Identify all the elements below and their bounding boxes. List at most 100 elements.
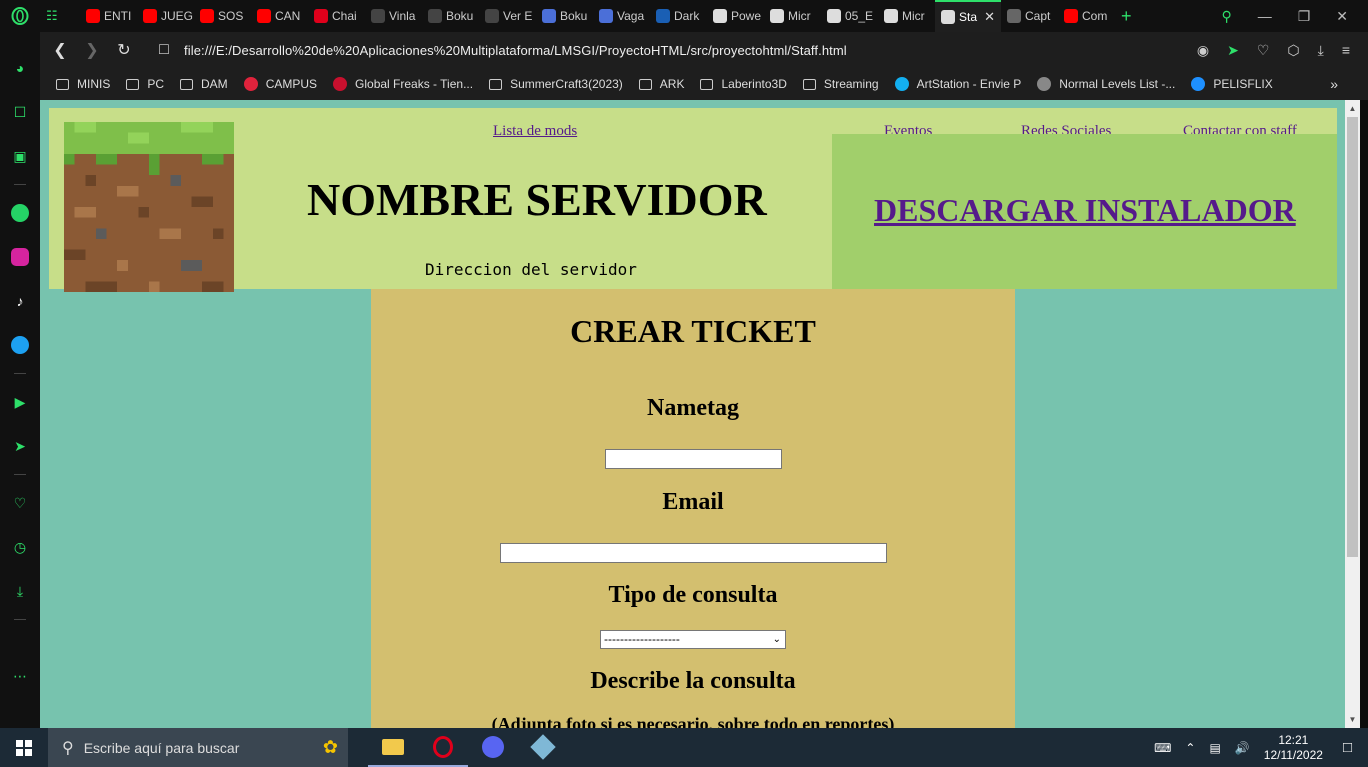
tab[interactable]: Boku bbox=[536, 0, 593, 32]
new-tab-button[interactable]: + bbox=[1115, 0, 1145, 32]
heart-icon[interactable]: ♡ bbox=[1257, 42, 1270, 59]
scroll-down-icon[interactable]: ▼ bbox=[1345, 712, 1360, 727]
bookmark-label: ArtStation - Envie P bbox=[916, 77, 1022, 91]
tab-favicon-icon bbox=[200, 9, 214, 23]
windows-taskbar: ⚲ Escribe aquí para buscar ✿ ⌨ ⌃ ▤ 🔊 12:… bbox=[0, 728, 1368, 767]
network-icon[interactable]: ▤ bbox=[1209, 741, 1220, 755]
easy-setup-icon[interactable]: ≡ bbox=[1342, 42, 1350, 59]
folder-icon bbox=[56, 78, 69, 90]
bookmark-item[interactable]: CAMPUS bbox=[243, 77, 317, 91]
scroll-up-icon[interactable]: ▲ bbox=[1345, 101, 1360, 116]
pinboard-icon[interactable]: ♡ bbox=[10, 493, 30, 513]
bookmark-item[interactable]: MINIS bbox=[56, 77, 110, 91]
bookmark-item[interactable]: SummerCraft3(2023) bbox=[489, 77, 623, 91]
app-cube-icon[interactable] bbox=[518, 728, 568, 767]
tab[interactable]: Ver E bbox=[479, 0, 536, 32]
tab-label: Boku bbox=[446, 9, 474, 23]
more-bookmarks-icon[interactable]: » bbox=[1330, 76, 1338, 92]
tab[interactable]: ENTI bbox=[80, 0, 137, 32]
tab-label: SOS bbox=[218, 9, 244, 23]
opera-taskbar-icon[interactable] bbox=[418, 728, 468, 767]
tab-controller[interactable]: ☷ bbox=[40, 0, 80, 32]
tab-label: Sta bbox=[959, 10, 978, 24]
flow-icon[interactable]: ➤ bbox=[10, 436, 30, 456]
tab[interactable]: CAN bbox=[251, 0, 308, 32]
bookmark-item[interactable]: Normal Levels List -... bbox=[1037, 77, 1175, 91]
url-field[interactable]: file:///E:/Desarrollo%20de%20Aplicacione… bbox=[184, 43, 847, 58]
minimize-icon[interactable]: — bbox=[1258, 8, 1272, 24]
keyboard-icon[interactable]: ⌨ bbox=[1154, 741, 1171, 755]
file-explorer-icon[interactable] bbox=[368, 728, 418, 767]
player-icon[interactable]: ▶ bbox=[10, 392, 30, 412]
server-title: NOMBRE SERVIDOR bbox=[307, 174, 767, 225]
bookmark-item[interactable]: Global Freaks - Tien... bbox=[333, 77, 473, 91]
speed-dial-icon[interactable]: ◕ bbox=[10, 58, 30, 78]
tab[interactable]: Vinla bbox=[365, 0, 422, 32]
tray-expand-icon[interactable]: ⌃ bbox=[1185, 741, 1195, 755]
email-input[interactable] bbox=[500, 543, 887, 563]
download-icon[interactable]: ⤓ bbox=[1318, 42, 1324, 59]
clock-time: 12:21 bbox=[1278, 732, 1309, 747]
whatsapp-icon[interactable] bbox=[10, 203, 30, 223]
tab[interactable]: SOS bbox=[194, 0, 251, 32]
clock[interactable]: 12:21 12/11/2022 bbox=[1264, 733, 1323, 763]
reload-icon[interactable]: ↻ bbox=[108, 40, 140, 60]
bookmark-item[interactable]: Streaming bbox=[802, 77, 879, 91]
bookmark-item[interactable]: PELISFLIX bbox=[1191, 77, 1273, 91]
site-icon bbox=[1191, 77, 1206, 91]
tab[interactable]: Chai bbox=[308, 0, 365, 32]
tab[interactable]: Dark bbox=[650, 0, 707, 32]
taskbar-search[interactable]: ⚲ Escribe aquí para buscar ✿ bbox=[48, 728, 348, 767]
windows-start-icon[interactable] bbox=[0, 728, 48, 767]
page-info-icon[interactable]: □ bbox=[148, 41, 180, 59]
notifications-icon[interactable]: □ bbox=[1343, 739, 1352, 756]
bookmark-item[interactable]: Laberinto3D bbox=[700, 77, 787, 91]
download-installer-link[interactable]: DESCARGAR INSTALADOR bbox=[874, 192, 1296, 229]
site-icon bbox=[1037, 77, 1052, 91]
send-icon[interactable]: ➤ bbox=[1227, 42, 1239, 59]
nametag-input[interactable] bbox=[605, 449, 782, 469]
bookmark-item[interactable]: DAM bbox=[180, 77, 228, 91]
twitch-icon[interactable]: ▣ bbox=[10, 146, 30, 166]
close-tab-icon[interactable]: ✕ bbox=[984, 9, 995, 25]
tab[interactable]: Boku bbox=[422, 0, 479, 32]
nav-link-mods[interactable]: Lista de mods bbox=[493, 123, 577, 140]
tab[interactable]: 05_E bbox=[821, 0, 878, 32]
forward-icon[interactable]: ❯ bbox=[76, 40, 108, 60]
query-type-select[interactable]: ------------------- ⌄ bbox=[600, 630, 786, 649]
bookmark-item[interactable]: ArtStation - Envie P bbox=[894, 77, 1022, 91]
volume-icon[interactable]: 🔊 bbox=[1235, 741, 1250, 755]
search-tabs-icon[interactable]: ⚲ bbox=[1221, 8, 1231, 25]
describe-label: Describe la consulta bbox=[590, 668, 796, 694]
twitter-icon[interactable] bbox=[10, 335, 30, 355]
tab-favicon-icon bbox=[485, 9, 499, 23]
restore-icon[interactable]: ❐ bbox=[1298, 8, 1311, 25]
downloads-icon[interactable]: ⤓ bbox=[10, 581, 30, 601]
close-window-icon[interactable]: ✕ bbox=[1336, 8, 1348, 25]
tab[interactable]: Capt bbox=[1001, 0, 1058, 32]
tab-favicon-icon bbox=[257, 9, 271, 23]
bookmark-item[interactable]: PC bbox=[126, 77, 164, 91]
snapshot-icon[interactable]: ◉ bbox=[1197, 42, 1209, 59]
tab-favicon-icon bbox=[827, 9, 841, 23]
back-icon[interactable]: ❮ bbox=[44, 40, 76, 60]
tab[interactable]: Powe bbox=[707, 0, 764, 32]
tab-label: Ver E bbox=[503, 9, 533, 23]
more-icon[interactable]: ⋯ bbox=[10, 666, 30, 686]
tab-active[interactable]: Sta ✕ bbox=[935, 0, 1001, 32]
tab[interactable]: Micr bbox=[764, 0, 821, 32]
tab[interactable]: Vaga bbox=[593, 0, 650, 32]
scrollbar-thumb[interactable] bbox=[1347, 117, 1358, 557]
bookmark-item[interactable]: ARK bbox=[638, 77, 684, 91]
shopping-icon[interactable]: ☐ bbox=[10, 102, 30, 122]
nametag-label: Nametag bbox=[647, 395, 739, 421]
tab[interactable]: Micr bbox=[878, 0, 935, 32]
tab[interactable]: JUEG bbox=[137, 0, 194, 32]
history-icon[interactable]: ◷ bbox=[10, 537, 30, 557]
cube-icon[interactable]: ⬡ bbox=[1287, 42, 1299, 59]
discord-icon[interactable] bbox=[468, 728, 518, 767]
tab[interactable]: Com bbox=[1058, 0, 1115, 32]
tiktok-icon[interactable]: ♪ bbox=[10, 291, 30, 311]
opera-menu-icon[interactable] bbox=[0, 0, 40, 32]
instagram-icon[interactable] bbox=[10, 247, 30, 267]
